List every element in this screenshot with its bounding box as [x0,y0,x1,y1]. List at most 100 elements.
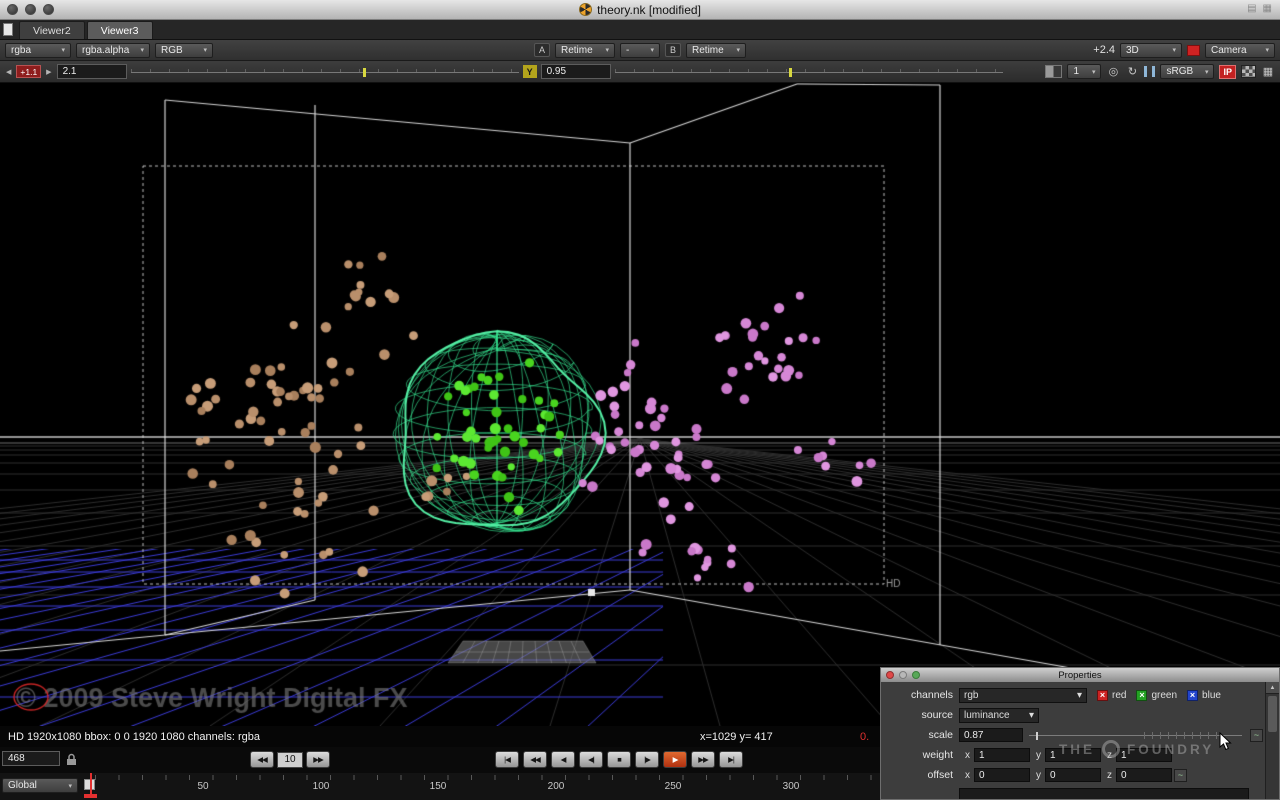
gain-slider-track[interactable] [130,71,519,73]
viewport[interactable] [0,83,1280,726]
wipe-mode-dropdown[interactable]: - ▾ [620,42,660,58]
offset-x-field[interactable]: 0 [974,768,1030,782]
wipe-grid-icon[interactable]: ▦ [1261,64,1275,79]
animation-curve-icon[interactable]: ~ [1250,728,1263,742]
rewind-button[interactable]: ◀◀ [250,751,274,768]
scale-slider-handle[interactable] [1036,732,1038,740]
titlebar-grid2-icon[interactable]: ▦ [1263,3,1272,14]
scrollbar-thumb[interactable] [1268,696,1277,732]
minimize-window-button[interactable] [899,671,907,679]
colorspace-dropdown[interactable]: sRGB ▾ [1160,64,1215,79]
stop-button[interactable]: ■ [607,751,631,768]
zoom-window-button[interactable] [912,671,920,679]
channel-checkbox-blue[interactable]: × blue [1187,689,1221,701]
view-mode-dropdown[interactable]: 3D ▾ [1120,42,1182,58]
close-window-button[interactable] [886,671,894,679]
dropdown-value: luminance [964,709,1010,721]
chevron-down-icon: ▾ [1172,47,1176,54]
frame-lock-icon[interactable] [66,753,77,771]
input-process-badge[interactable]: IP [1219,64,1236,79]
play-reverse-button[interactable]: ◀| [579,751,603,768]
tab-viewer2[interactable]: Viewer2 [19,21,85,39]
close-window-button[interactable] [7,4,18,15]
gamma-value-field[interactable]: 0.95 [540,64,611,79]
weight-z-field[interactable]: 1 [1116,748,1172,762]
alpha-channel-dropdown[interactable]: rgba.alpha ▾ [76,42,150,58]
offset-z-field[interactable]: 0 [1116,768,1172,782]
scale-label: scale [928,729,953,741]
source-dropdown[interactable]: luminance ▾ [959,707,1039,723]
scroll-up-icon[interactable]: ▲ [1266,682,1279,694]
play-button[interactable]: ▶ [663,751,687,768]
timeline-playhead-handle[interactable] [84,794,97,798]
red-checkbox-label: red [1112,689,1127,701]
gain-slider[interactable] [130,66,519,78]
titlebar-grid-icon[interactable]: ▤ [1247,3,1256,14]
channels-dropdown[interactable]: rgb ▾ [959,687,1087,703]
gain-step-down-button[interactable]: ◀ [5,68,12,76]
weight-y-field[interactable]: 1 [1045,748,1101,762]
go-to-end-button[interactable]: ▶| [719,751,743,768]
minimize-window-button[interactable] [25,4,36,15]
color-swatch[interactable] [1187,44,1200,56]
step-forward-button[interactable]: |▶ [635,751,659,768]
blue-checkbox-icon[interactable]: × [1187,689,1199,701]
gain-fstop-badge[interactable]: +1.1 [16,65,42,78]
camera-dropdown[interactable]: Camera ▾ [1205,42,1275,58]
weight-row: weight x 1 y 1 z 1 [881,745,1263,765]
pause-icon[interactable] [1144,66,1156,77]
step-back-button[interactable]: ◀ [551,751,575,768]
chevron-down-icon: ▾ [203,47,207,54]
play-reverse-fast-button[interactable]: ◀◀ [523,751,547,768]
red-checkbox-icon[interactable]: × [1097,689,1108,701]
animation-curve-icon[interactable]: ~ [1174,768,1187,782]
titlebar[interactable]: theory.nk [modified] ▤ ▦ [0,0,1280,20]
gamma-badge[interactable]: Y [522,65,537,78]
green-checkbox-label: green [1151,689,1178,701]
viewport-canvas[interactable] [0,83,1280,726]
offset-row: offset x 0 y 0 z 0 ~ [881,765,1263,785]
tab-viewer3[interactable]: Viewer3 [86,21,153,39]
nuke-app-icon [579,3,593,16]
timeline-frame-label: 150 [429,781,447,792]
clipped-field[interactable] [959,788,1249,799]
refresh-icon[interactable]: ↻ [1125,64,1139,79]
properties-scrollbar[interactable]: ▲ [1265,682,1279,799]
monitor-output-icon[interactable] [1045,65,1063,78]
gain-slider-handle[interactable] [363,67,367,77]
buffer-dropdown[interactable]: 1 ▾ [1067,64,1102,79]
mouse-cursor-icon [1219,731,1232,756]
layer-dropdown[interactable]: rgba ▾ [5,42,71,58]
properties-panel[interactable]: Properties channels rgb ▾ × red × green × blu… [880,667,1280,800]
offset-y-field[interactable]: 0 [1045,768,1101,782]
fast-forward-button[interactable]: ▶▶ [306,751,330,768]
play-forward-fast-button[interactable]: ▶▶ [691,751,715,768]
zoom-window-button[interactable] [43,4,54,15]
fps-field[interactable]: 10 [277,751,303,768]
channel-checkbox-red[interactable]: × red [1097,689,1127,701]
go-to-start-button[interactable]: |◀ [495,751,519,768]
a-retime-dropdown[interactable]: Retime ▾ [555,42,615,58]
transport-buttons: |◀ ◀◀ ◀ ◀| ■ |▶ ▶ ▶▶ ▶| [495,751,743,768]
pane-menu-icon[interactable] [3,23,13,36]
viewer-option-icons: 1 ▾ ◎ ↻ sRGB ▾ IP ▦ [1045,64,1275,79]
weight-x-field[interactable]: 1 [974,748,1030,762]
green-checkbox-icon[interactable]: × [1136,689,1148,701]
roi-target-icon[interactable]: ◎ [1106,64,1120,79]
scale-field[interactable]: 0.87 [959,728,1023,742]
b-retime-dropdown[interactable]: Retime ▾ [686,42,747,58]
gamma-slider-track[interactable] [614,71,1003,73]
current-frame-field[interactable]: 468 [2,751,60,766]
gain-step-up-button[interactable]: ▶ [45,68,52,76]
scale-slider[interactable] [1029,729,1242,741]
checkerboard-icon[interactable] [1241,65,1256,78]
chevron-down-icon: ▾ [1265,47,1269,54]
gain-value-field[interactable]: 2.1 [56,64,127,79]
gamma-slider-handle[interactable] [789,67,793,77]
frame-range-dropdown[interactable]: Global ▾ [2,778,78,793]
display-channel-dropdown[interactable]: RGB ▾ [155,42,213,58]
gamma-slider[interactable] [614,66,1003,78]
properties-titlebar[interactable]: Properties [881,668,1279,682]
channel-checkbox-green[interactable]: × green [1136,689,1178,701]
timeline-frame-label: 200 [547,781,565,792]
